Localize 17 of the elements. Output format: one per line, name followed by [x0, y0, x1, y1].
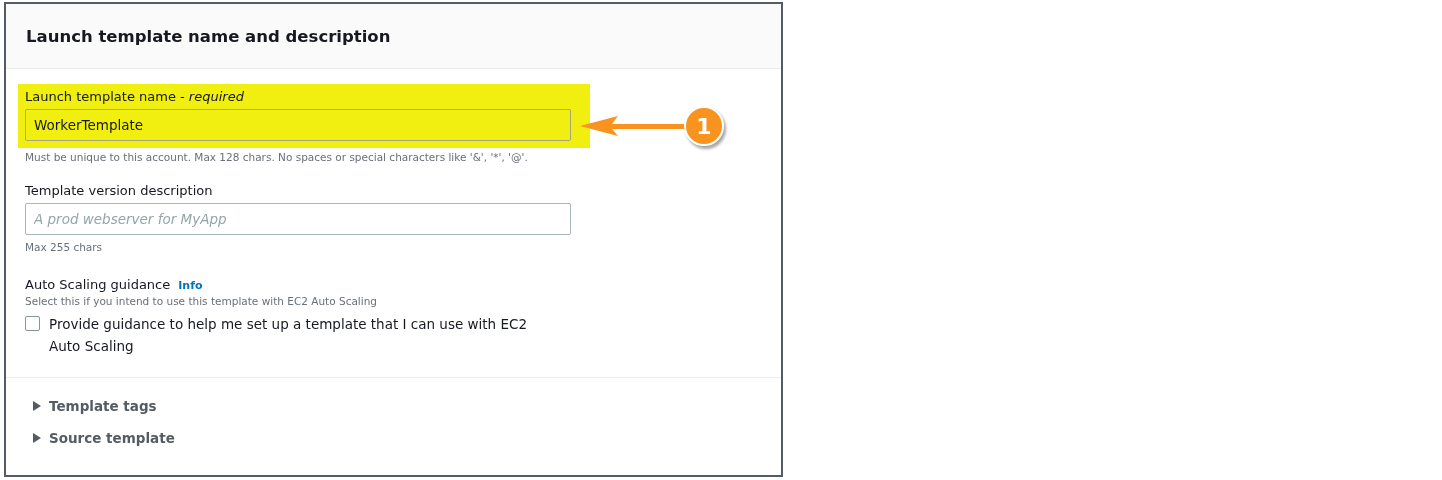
checkbox-label: Provide guidance to help me set up a template that I can use with EC2 Auto Scaling — [49, 315, 528, 356]
caret-right-icon — [33, 401, 41, 411]
expander-toggle[interactable]: Source template — [33, 428, 781, 448]
field-hint: Select this if you intend to use this template with EC2 Auto Scaling — [25, 295, 378, 307]
expander-toggle[interactable]: Template tags — [33, 396, 781, 416]
checkbox[interactable] — [25, 316, 40, 331]
field-label: Auto Scaling guidance — [25, 277, 171, 292]
step-number-badge: 1 — [684, 106, 724, 146]
description-input-field[interactable]: A prod webserver for MyApp — [25, 203, 571, 235]
field-hint: Max 255 chars — [25, 241, 104, 253]
field-label: Template version description — [25, 183, 214, 198]
name-input-field[interactable]: WorkerTemplate — [25, 109, 571, 141]
caret-right-icon — [33, 433, 41, 443]
panel-title: Launch template name and description — [26, 26, 391, 46]
field-hint: Must be unique to this account. Max 128 chars. No spaces or special characters like '&', '*', '@'. — [25, 151, 529, 163]
info-link[interactable]: Info — [178, 279, 203, 292]
field-label: Launch template name - required — [25, 89, 245, 104]
